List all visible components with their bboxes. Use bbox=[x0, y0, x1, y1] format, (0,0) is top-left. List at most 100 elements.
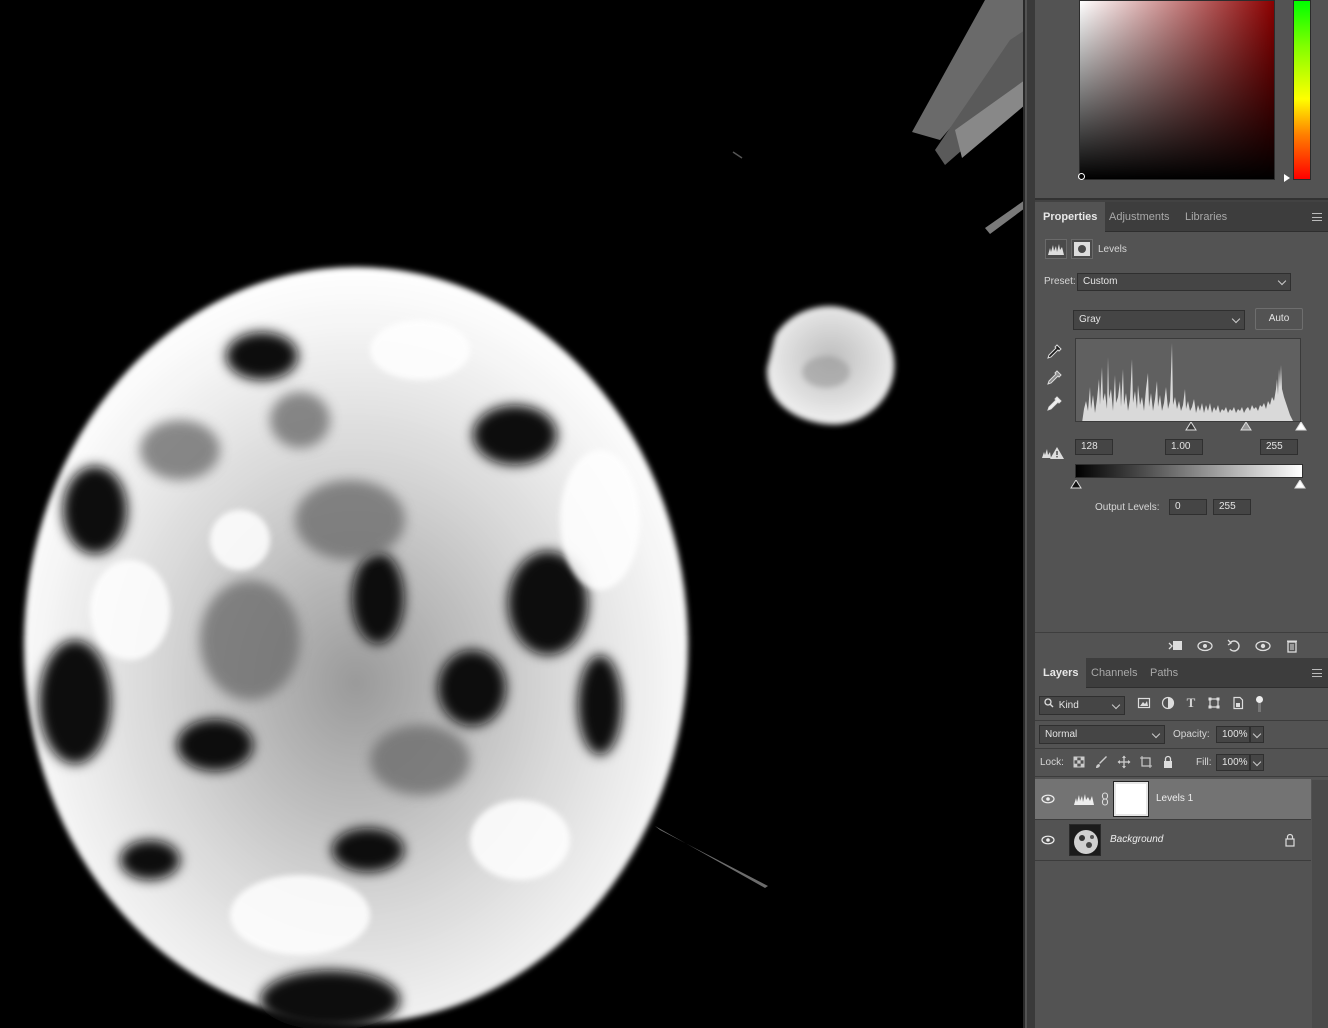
color-marker[interactable] bbox=[1078, 173, 1085, 180]
channel-select[interactable]: Gray bbox=[1073, 310, 1245, 330]
blend-mode-value: Normal bbox=[1045, 729, 1078, 740]
debris-shards bbox=[655, 0, 1023, 888]
chevron-down-icon bbox=[1252, 729, 1262, 739]
filter-toggle-icon[interactable] bbox=[1255, 696, 1263, 712]
hue-slider-marker[interactable] bbox=[1284, 174, 1290, 182]
small-moon bbox=[766, 306, 895, 425]
chevron-down-icon bbox=[1111, 700, 1121, 710]
tab-libraries[interactable]: Libraries bbox=[1177, 202, 1235, 232]
opacity-label: Opacity: bbox=[1173, 729, 1210, 740]
adjustment-filter-icon[interactable] bbox=[1161, 696, 1175, 710]
channel-value: Gray bbox=[1079, 314, 1101, 325]
layers-scrollbar[interactable] bbox=[1312, 780, 1328, 1028]
smart-object-filter-icon[interactable] bbox=[1231, 696, 1245, 710]
toggle-visibility-icon[interactable] bbox=[1255, 638, 1271, 654]
divider bbox=[1035, 720, 1328, 721]
lock-label: Lock: bbox=[1040, 757, 1064, 768]
preset-select[interactable]: Custom bbox=[1077, 273, 1291, 291]
input-black-slider[interactable] bbox=[1185, 421, 1197, 431]
properties-title: Levels bbox=[1098, 244, 1127, 255]
layers-panel: Kind T Normal Opacity: 100% Lock: Fill: … bbox=[1035, 688, 1328, 1028]
white-point-eyedropper-icon[interactable] bbox=[1045, 395, 1063, 413]
levels-adjustment-icon[interactable] bbox=[1045, 239, 1067, 259]
right-panel-dock: Properties Adjustments Libraries Levels … bbox=[1027, 0, 1328, 1028]
view-previous-state-icon[interactable] bbox=[1197, 638, 1213, 654]
divider bbox=[1035, 860, 1311, 861]
hue-slider[interactable] bbox=[1293, 0, 1311, 180]
color-field[interactable] bbox=[1079, 0, 1275, 180]
layer-mask-icon[interactable] bbox=[1071, 239, 1093, 259]
layer-filter-value: Kind bbox=[1058, 700, 1079, 711]
chevron-down-icon bbox=[1252, 757, 1262, 767]
document-canvas[interactable] bbox=[0, 0, 1025, 1028]
chevron-down-icon bbox=[1151, 729, 1161, 739]
pixel-filter-icon[interactable] bbox=[1137, 696, 1151, 710]
tab-adjustments[interactable]: Adjustments bbox=[1101, 202, 1178, 232]
properties-panel: Levels Preset: Custom Gray Auto 128 1.00… bbox=[1035, 232, 1328, 632]
lock-all-icon[interactable] bbox=[1161, 755, 1175, 769]
properties-panel-menu-icon[interactable] bbox=[1312, 213, 1322, 221]
input-black-field[interactable]: 128 bbox=[1075, 439, 1113, 455]
tab-layers[interactable]: Layers bbox=[1035, 658, 1087, 688]
divider bbox=[1035, 776, 1328, 777]
output-white-slider[interactable] bbox=[1294, 479, 1306, 489]
lock-position-icon[interactable] bbox=[1117, 755, 1131, 769]
lock-transparent-icon[interactable] bbox=[1072, 755, 1086, 769]
lock-artboard-icon[interactable] bbox=[1139, 755, 1153, 769]
tab-paths[interactable]: Paths bbox=[1142, 658, 1186, 688]
layer-mask-thumbnail[interactable] bbox=[1113, 781, 1149, 817]
output-gradient-bar bbox=[1075, 464, 1303, 478]
fill-dropdown[interactable] bbox=[1250, 754, 1264, 771]
preset-value: Custom bbox=[1083, 276, 1118, 287]
layer-name[interactable]: Background bbox=[1110, 834, 1163, 845]
input-white-slider[interactable] bbox=[1295, 421, 1307, 431]
fill-field[interactable]: 100% bbox=[1216, 754, 1250, 771]
type-filter-icon[interactable]: T bbox=[1184, 696, 1198, 710]
layer-filter-select[interactable]: Kind bbox=[1039, 696, 1125, 715]
layer-thumbnail bbox=[1069, 824, 1101, 856]
layer-visibility-eye-icon[interactable] bbox=[1041, 833, 1055, 847]
properties-footer bbox=[1035, 632, 1328, 658]
tab-properties[interactable]: Properties bbox=[1035, 202, 1106, 232]
layer-visibility-eye-icon[interactable] bbox=[1041, 792, 1055, 806]
chain-link-icon[interactable] bbox=[1100, 792, 1110, 806]
layers-panel-menu-icon[interactable] bbox=[1312, 669, 1322, 677]
gray-point-eyedropper-icon[interactable] bbox=[1045, 369, 1063, 387]
black-point-eyedropper-icon[interactable] bbox=[1045, 343, 1063, 361]
layer-lock-icon[interactable] bbox=[1284, 833, 1296, 847]
output-black-slider[interactable] bbox=[1070, 479, 1082, 489]
levels-adjustment-icon bbox=[1073, 791, 1095, 807]
blend-mode-select[interactable]: Normal bbox=[1039, 725, 1165, 744]
output-levels-label: Output Levels: bbox=[1095, 502, 1160, 513]
color-panel bbox=[1035, 0, 1328, 200]
reset-icon[interactable] bbox=[1226, 638, 1242, 654]
chevron-down-icon bbox=[1231, 314, 1241, 324]
auto-button[interactable]: Auto bbox=[1255, 308, 1303, 330]
clip-to-layer-icon[interactable] bbox=[1167, 638, 1183, 654]
fill-label: Fill: bbox=[1196, 757, 1212, 768]
input-gamma-field[interactable]: 1.00 bbox=[1165, 439, 1203, 455]
chevron-down-icon bbox=[1277, 276, 1287, 286]
input-gamma-slider[interactable] bbox=[1240, 421, 1252, 431]
main-moon bbox=[24, 267, 688, 1028]
divider bbox=[1035, 748, 1328, 749]
output-black-field[interactable]: 0 bbox=[1169, 499, 1207, 515]
shape-filter-icon[interactable] bbox=[1207, 696, 1221, 710]
dock-gutter bbox=[1027, 0, 1035, 1028]
delete-icon[interactable] bbox=[1284, 638, 1300, 654]
canvas-image bbox=[24, 0, 1023, 1028]
layer-row-background[interactable]: Background bbox=[1035, 820, 1311, 860]
lock-image-icon[interactable] bbox=[1094, 755, 1108, 769]
search-icon bbox=[1044, 697, 1056, 714]
levels-histogram bbox=[1075, 338, 1301, 422]
calculate-histogram-warning-icon[interactable] bbox=[1041, 446, 1065, 460]
output-white-field[interactable]: 255 bbox=[1213, 499, 1251, 515]
layer-name[interactable]: Levels 1 bbox=[1156, 793, 1193, 804]
input-white-field[interactable]: 255 bbox=[1260, 439, 1298, 455]
properties-tabbar: Properties Adjustments Libraries bbox=[1035, 202, 1328, 232]
tab-channels[interactable]: Channels bbox=[1083, 658, 1145, 688]
opacity-dropdown[interactable] bbox=[1250, 726, 1264, 743]
layer-row-levels[interactable]: Levels 1 bbox=[1035, 779, 1311, 819]
opacity-field[interactable]: 100% bbox=[1216, 726, 1250, 743]
preset-label: Preset: bbox=[1044, 276, 1076, 287]
